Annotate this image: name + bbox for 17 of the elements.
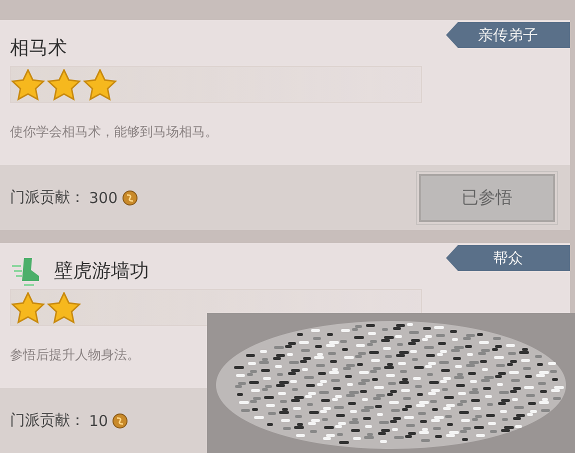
star-icon — [47, 292, 81, 324]
skill-description: 使你学会相马术，能够到马场相马。 — [10, 124, 219, 141]
star-icon — [11, 292, 45, 324]
rank-tag: 亲传弟子 — [446, 22, 570, 48]
rank-tag: 帮众 — [446, 245, 570, 271]
cost-label: 门派贡献： — [10, 188, 85, 207]
skill-description: 参悟后提升人物身法。 — [10, 347, 141, 364]
star-icon — [47, 68, 81, 100]
coin-icon — [122, 190, 138, 206]
cost-value: 10 — [89, 412, 108, 430]
cost-label: 门派贡献： — [10, 411, 85, 430]
skill-title: 壁虎游墙功 — [54, 259, 149, 284]
cost-value: 300 — [89, 188, 118, 206]
coin-icon — [112, 412, 128, 428]
star-icon — [83, 68, 117, 100]
star-icon — [11, 68, 45, 100]
skill-title: 相马术 — [10, 36, 67, 61]
